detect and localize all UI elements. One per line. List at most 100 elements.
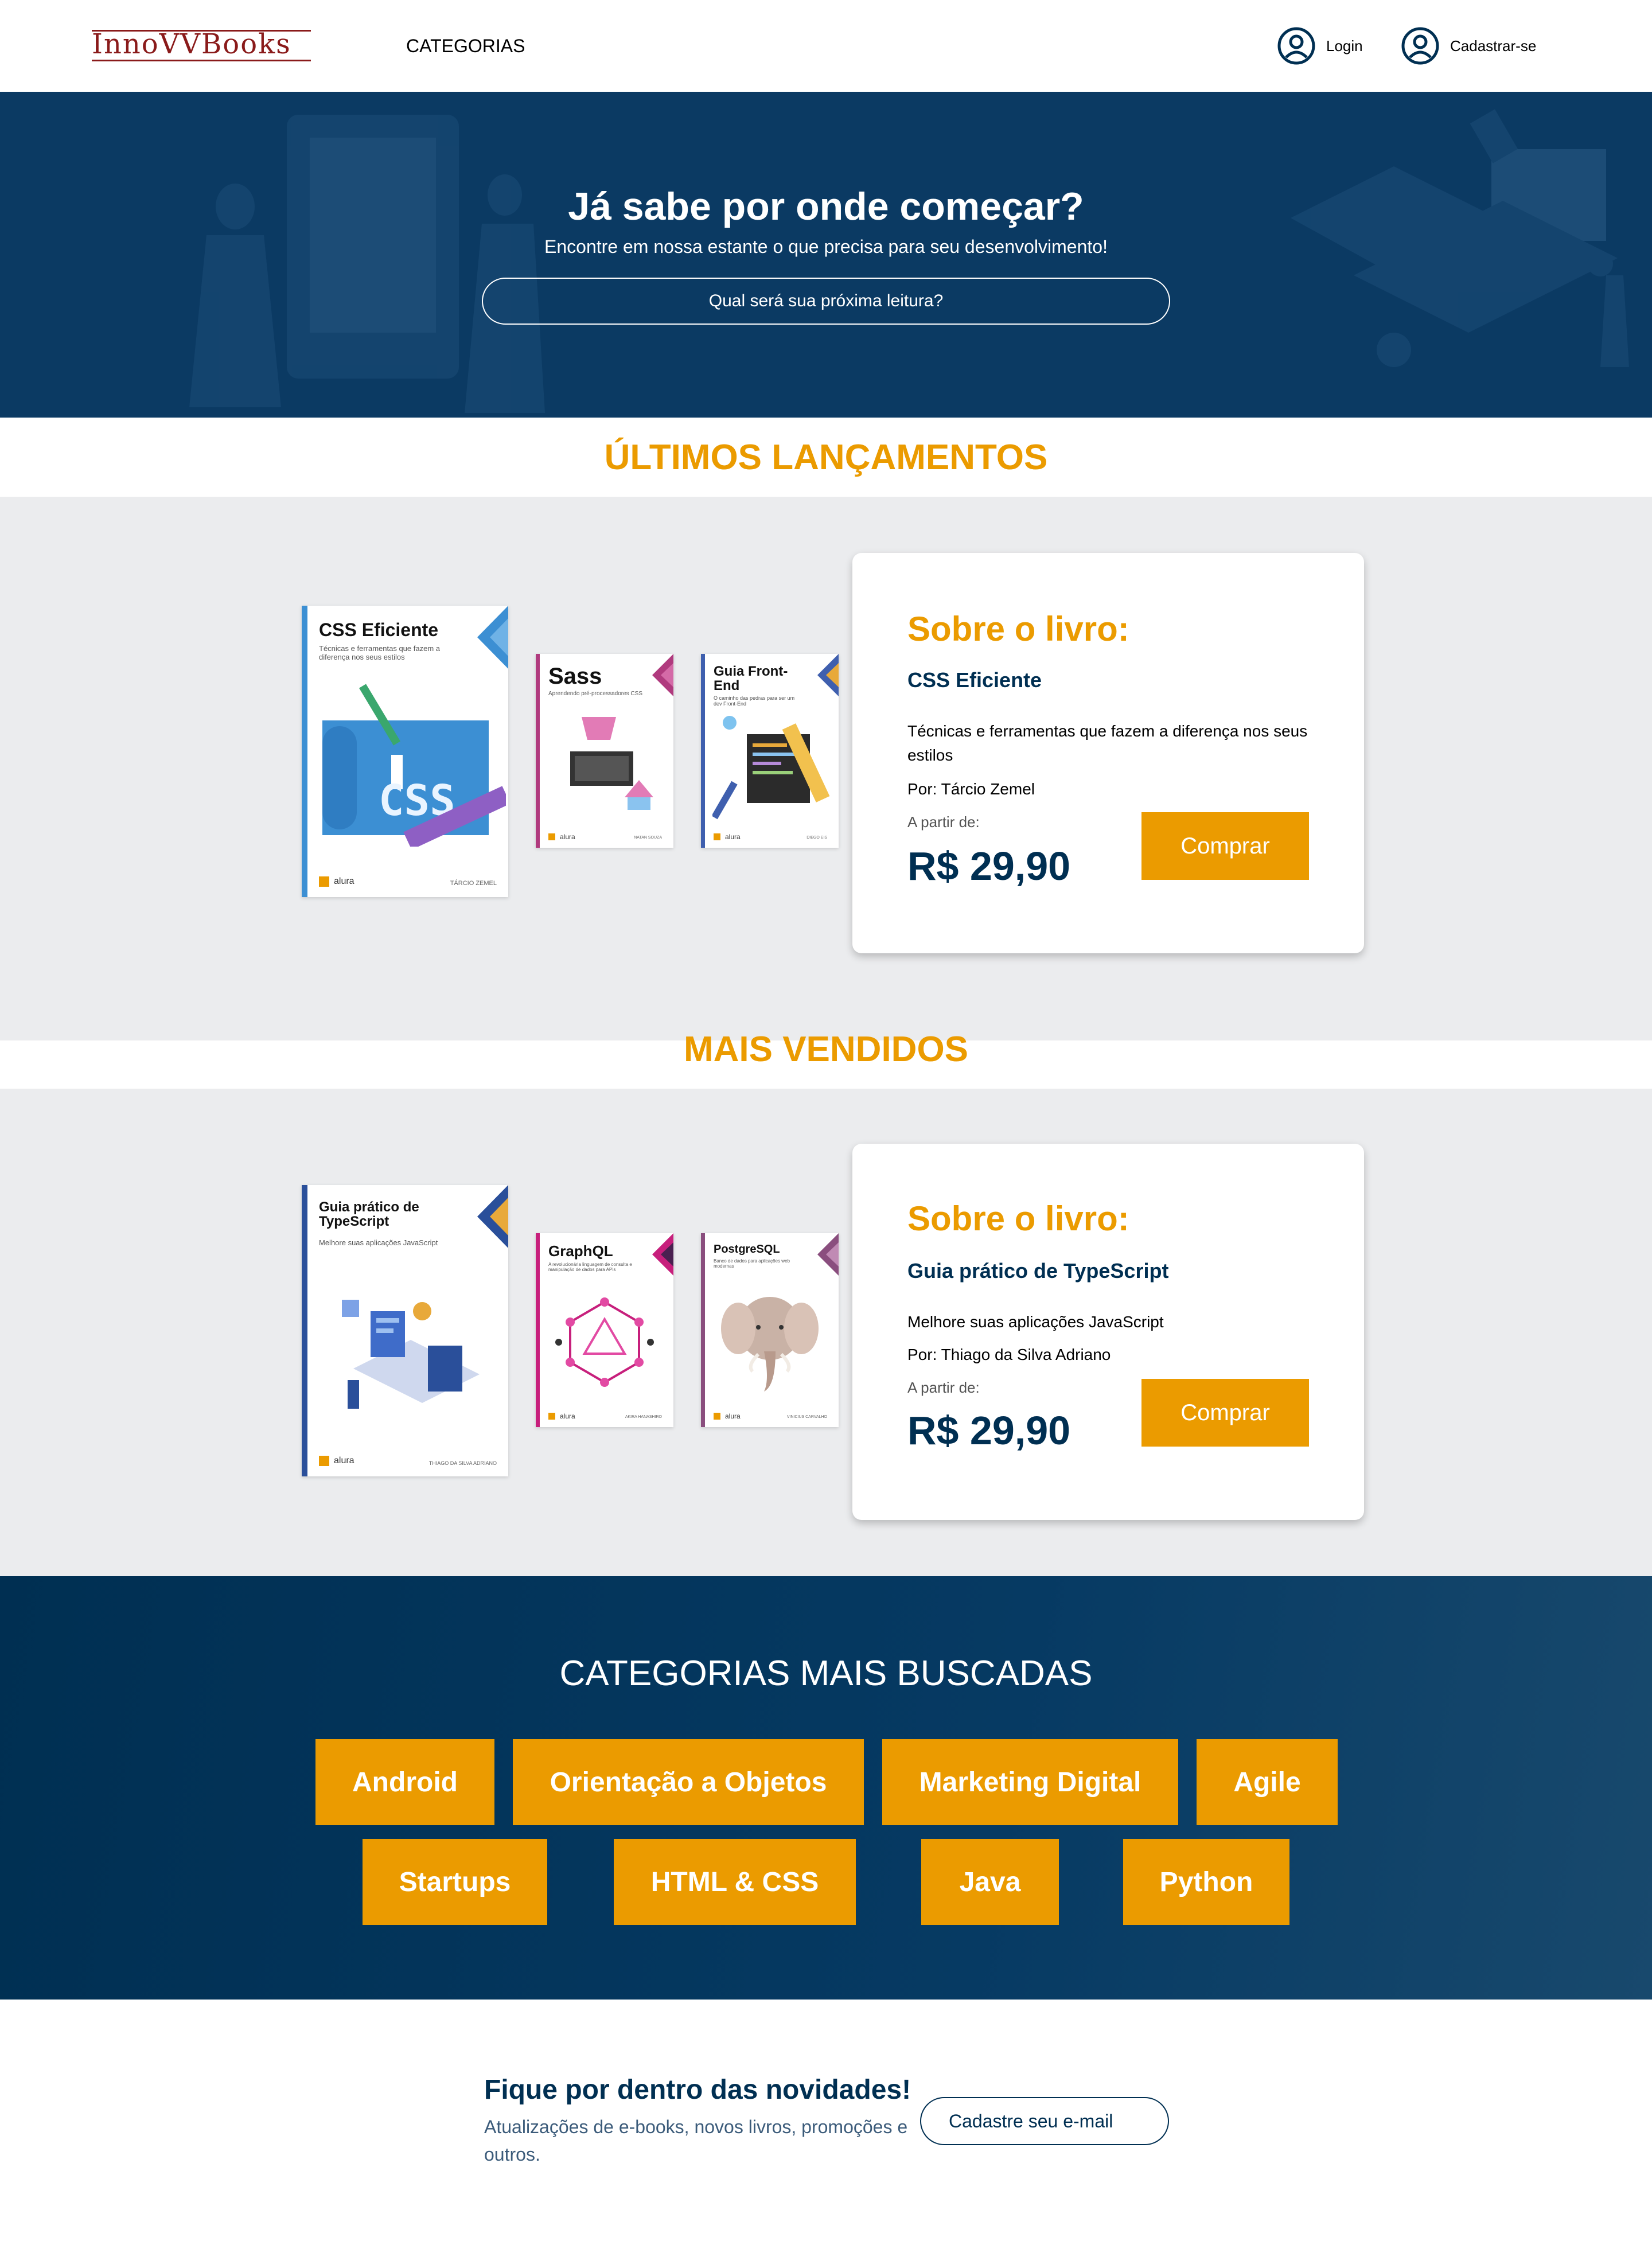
book-author: Por: Thiago da Silva Adriano bbox=[907, 1346, 1111, 1363]
signup-button[interactable]: Cadastrar-se bbox=[1401, 26, 1536, 65]
book-title: PostgreSQL bbox=[714, 1243, 780, 1256]
book-spine bbox=[536, 1233, 540, 1427]
book-title: CSS Eficiente bbox=[319, 619, 439, 640]
book-cover-sass[interactable]: Sass Aprendendo pré-processadores CSS al… bbox=[536, 654, 673, 848]
book-spine bbox=[536, 654, 540, 848]
book-title: Guia prático de TypeScript bbox=[319, 1199, 419, 1230]
category-tag-orientacao-objetos[interactable]: Orientação a Objetos bbox=[513, 1739, 864, 1825]
book-author-tag: VINICIUS CARVALHO bbox=[786, 1415, 827, 1419]
book-title: Guia Front-End bbox=[714, 664, 788, 694]
book-subtitle: Técnicas e ferramentas que fazem a difer… bbox=[319, 644, 440, 661]
book-price: R$ 29,90 bbox=[907, 1408, 1071, 1453]
price-from-label: A partir de: bbox=[907, 813, 980, 831]
sass-illustration bbox=[570, 717, 653, 810]
book-author-tag: AKIRA HANASHIRO bbox=[625, 1415, 662, 1419]
bestsellers-section-title: MAIS VENDIDOS bbox=[683, 1030, 969, 1069]
category-tag-startups[interactable]: Startups bbox=[363, 1839, 547, 1925]
graphql-network-illustration bbox=[555, 1297, 654, 1387]
book-author-tag: TÁRCIO ZEMEL bbox=[450, 880, 497, 887]
bestsellers-showcase: Guia prático de TypeScript Melhore suas … bbox=[0, 1089, 1652, 1576]
hero-banner: Já sabe por onde começar? Encontre em no… bbox=[0, 92, 1652, 418]
book-spine bbox=[302, 1185, 307, 1476]
category-tag-java[interactable]: Java bbox=[921, 1839, 1059, 1925]
category-tag-html-css[interactable]: HTML & CSS bbox=[614, 1839, 856, 1925]
publisher-logo: alura bbox=[714, 1412, 741, 1420]
book-subtitle: Melhore suas aplicações JavaScript bbox=[319, 1238, 438, 1247]
publisher-name: alura bbox=[560, 1412, 575, 1420]
publisher-logo: alura bbox=[319, 1456, 354, 1466]
css-blueprint-illustration: CSS bbox=[322, 684, 506, 847]
book-description: Técnicas e ferramentas que fazem a difer… bbox=[907, 722, 1308, 764]
publisher-name: alura bbox=[334, 876, 354, 886]
book-corner-decoration bbox=[652, 654, 673, 696]
site-header: InnoVVBooks CATEGORIAS Login Cadastrar-s… bbox=[0, 0, 1652, 92]
book-author-tag: DIEGO EIS bbox=[806, 836, 827, 840]
book-subtitle: A revolucionária linguagem de consulta e… bbox=[548, 1262, 632, 1273]
book-cover-guia-front-end[interactable]: Guia Front-End O caminho das pedras para… bbox=[701, 654, 839, 848]
publisher-logo: alura bbox=[548, 833, 575, 841]
book-spine bbox=[701, 1233, 705, 1427]
book-subtitle: O caminho das pedras para ser um dev Fro… bbox=[714, 695, 795, 707]
popular-categories-section: CATEGORIAS MAIS BUSCADAS Android Orienta… bbox=[0, 1576, 1652, 2000]
publisher-name: alura bbox=[725, 1412, 741, 1420]
book-cover-graphql[interactable]: GraphQL A revolucionária linguagem de co… bbox=[536, 1233, 673, 1427]
categories-title: CATEGORIAS MAIS BUSCADAS bbox=[559, 1654, 1093, 1693]
book-corner-decoration bbox=[817, 654, 839, 696]
book-subtitle: Aprendendo pré-processadores CSS bbox=[548, 691, 642, 697]
signup-label: Cadastrar-se bbox=[1450, 37, 1537, 54]
book-price: R$ 29,90 bbox=[907, 844, 1071, 888]
category-tag-python[interactable]: Python bbox=[1123, 1839, 1289, 1925]
nav-categories-link[interactable]: CATEGORIAS bbox=[406, 34, 525, 57]
buy-button[interactable]: Comprar bbox=[1141, 1379, 1309, 1447]
book-cover-guia-typescript[interactable]: Guia prático de TypeScript Melhore suas … bbox=[302, 1185, 508, 1476]
user-circle-icon bbox=[1401, 27, 1439, 65]
hero-title: Já sabe por onde começar? bbox=[568, 185, 1084, 228]
buy-button[interactable]: Comprar bbox=[1141, 812, 1309, 880]
book-author-tag: THIAGO DA SILVA ADRIANO bbox=[428, 1460, 497, 1466]
releases-section-title: ÚLTIMOS LANÇAMENTOS bbox=[604, 438, 1048, 477]
publisher-name: alura bbox=[725, 833, 741, 841]
book-details-card: Sobre o livro: Guia prático de TypeScrip… bbox=[852, 1144, 1364, 1520]
login-label: Login bbox=[1326, 37, 1363, 54]
category-tag-agile[interactable]: Agile bbox=[1197, 1739, 1338, 1825]
logo-bottom-line bbox=[92, 60, 311, 61]
book-title: Sass bbox=[548, 664, 602, 689]
book-search-input[interactable] bbox=[482, 278, 1170, 325]
book-cover-css-eficiente[interactable]: CSS Eficiente Técnicas e ferramentas que… bbox=[302, 606, 508, 897]
category-tag-android[interactable]: Android bbox=[315, 1739, 494, 1825]
book-author: Por: Tárcio Zemel bbox=[907, 780, 1035, 798]
about-book-heading: Sobre o livro: bbox=[907, 610, 1129, 648]
book-cover-postgresql[interactable]: PostgreSQL Banco de dados para aplicaçõe… bbox=[701, 1233, 839, 1427]
newsletter-title: Fique por dentro das novidades! bbox=[484, 2075, 911, 2105]
book-name: Guia prático de TypeScript bbox=[907, 1259, 1169, 1283]
elephant-illustration bbox=[721, 1297, 819, 1392]
newsletter-email-input[interactable] bbox=[920, 2097, 1169, 2145]
publisher-logo: alura bbox=[319, 876, 354, 887]
logo-text: InnoVVBooks bbox=[92, 28, 291, 60]
code-editor-illustration bbox=[712, 716, 830, 820]
book-spine bbox=[302, 606, 307, 897]
about-book-heading: Sobre o livro: bbox=[907, 1199, 1129, 1238]
newsletter-text: Atualizações de e-books, novos livros, p… bbox=[484, 2117, 908, 2165]
book-author-tag: NATAN SOUZA bbox=[634, 836, 662, 840]
book-corner-decoration bbox=[652, 1233, 673, 1276]
book-corner-decoration bbox=[477, 1185, 508, 1248]
price-from-label: A partir de: bbox=[907, 1379, 980, 1396]
book-description: Melhore suas aplicações JavaScript bbox=[907, 1313, 1164, 1331]
book-corner-decoration bbox=[817, 1233, 839, 1276]
site-logo[interactable]: InnoVVBooks bbox=[92, 30, 311, 63]
book-name: CSS Eficiente bbox=[907, 668, 1042, 692]
book-spine bbox=[701, 654, 705, 848]
typescript-factory-illustration bbox=[342, 1300, 480, 1409]
hero-subtitle: Encontre em nossa estante o que precisa … bbox=[544, 236, 1108, 257]
user-circle-icon bbox=[1277, 27, 1315, 65]
publisher-name: alura bbox=[560, 833, 575, 841]
book-details-card: Sobre o livro: CSS Eficiente Técnicas e … bbox=[852, 553, 1364, 953]
publisher-logo: alura bbox=[714, 833, 741, 841]
releases-showcase: CSS Eficiente Técnicas e ferramentas que… bbox=[0, 497, 1652, 1040]
book-subtitle: Banco de dados para aplicações web moder… bbox=[714, 1258, 790, 1269]
book-title: GraphQL bbox=[548, 1242, 613, 1260]
category-tag-marketing-digital[interactable]: Marketing Digital bbox=[882, 1739, 1178, 1825]
publisher-name: alura bbox=[334, 1456, 354, 1466]
login-button[interactable]: Login bbox=[1277, 26, 1363, 65]
